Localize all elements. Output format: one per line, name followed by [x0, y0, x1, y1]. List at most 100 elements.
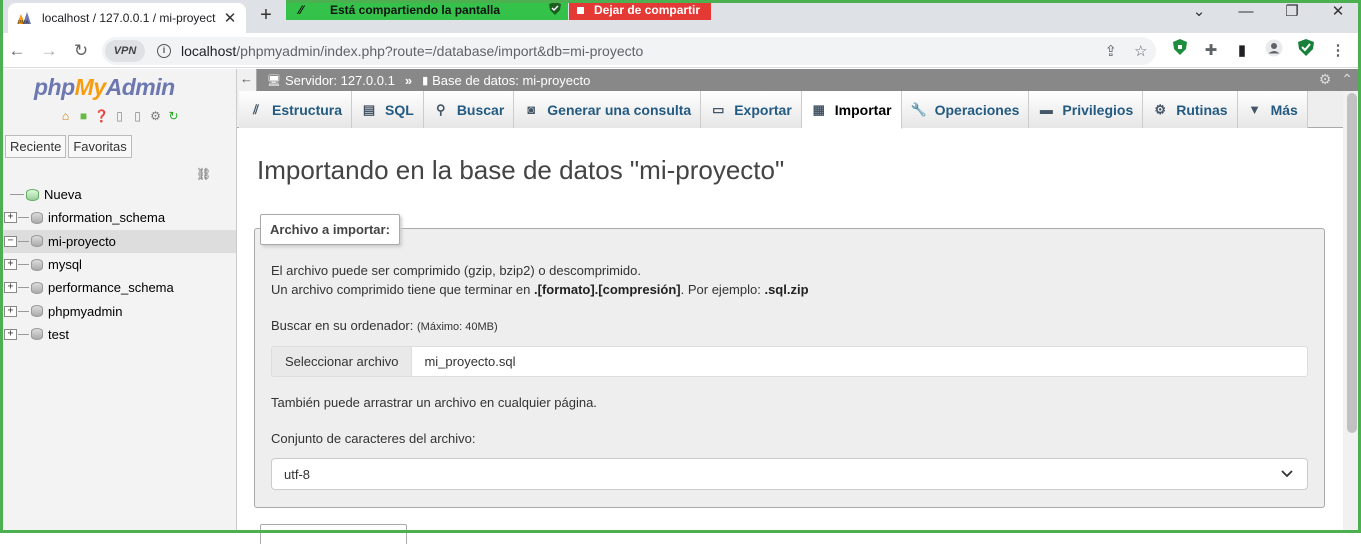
tab-operations[interactable]: 🔧 Operaciones	[901, 91, 1030, 128]
database-icon: ▮	[422, 74, 429, 87]
browser-menu-icon[interactable]: ⋮	[1326, 39, 1350, 63]
expand-plus-icon[interactable]: +	[4, 282, 17, 294]
compression-note-line1: El archivo puede ser comprimido (gzip, b…	[271, 263, 641, 278]
sharing-grip-icon[interactable]: ⁄⁄	[286, 3, 316, 17]
breadcrumb-server-label: Servidor: 127.0.0.1	[284, 72, 395, 88]
security-extension-icon[interactable]	[1294, 39, 1318, 63]
copy-icon[interactable]: ▯	[130, 109, 145, 124]
phpmyadmin-logo[interactable]: phpMyAdmin	[34, 74, 175, 101]
close-tab-icon[interactable]: ✕	[222, 9, 238, 27]
expand-plus-icon[interactable]: +	[4, 212, 17, 224]
screen-sharing-banner: ⁄⁄ Está compartiendo la pantalla	[286, 0, 568, 20]
scrollbar-thumb[interactable]	[1347, 93, 1357, 433]
database-menu: ⫽ Estructura ▤ SQL ⚲ Buscar ◙ Generar un…	[237, 91, 1343, 129]
new-tab-button[interactable]: +	[254, 4, 278, 28]
collapse-minus-icon[interactable]: −	[4, 235, 17, 247]
settings-gear-icon[interactable]: ⚙	[1319, 71, 1332, 87]
tab-label: Más	[1270, 101, 1298, 118]
home-icon[interactable]: ⌂	[58, 109, 73, 124]
logout-icon[interactable]: ■	[76, 109, 91, 124]
file-input[interactable]: Seleccionar archivo mi_proyecto.sql	[271, 346, 1308, 377]
tab-structure[interactable]: ⫽ Estructura	[239, 91, 353, 128]
tree-branch-line	[10, 194, 24, 196]
note-text: . Por ejemplo:	[680, 282, 765, 297]
address-bar[interactable]: VPN i localhost/phpmyadmin/index.php?rou…	[102, 37, 1156, 65]
tab-label: Importar	[834, 101, 892, 118]
tab-recent[interactable]: Reciente	[5, 135, 67, 158]
reload-icon[interactable]: ↻	[69, 39, 93, 63]
db-label: mi-proyecto	[48, 233, 116, 249]
db-item-test[interactable]: + test	[0, 323, 236, 346]
tab-label: Estructura	[272, 101, 343, 118]
stop-sharing-button[interactable]: Dejar de compartir	[569, 0, 711, 20]
breadcrumb-database-label: Base de datos: mi-proyecto	[432, 72, 591, 88]
refresh-icon[interactable]: ↻	[166, 109, 181, 124]
select-file-button[interactable]: Seleccionar archivo	[272, 347, 413, 376]
note-format: .[formato].[compresión]	[534, 282, 681, 297]
tab-export[interactable]: ▭ Exportar	[701, 91, 802, 128]
tab-import[interactable]: ▦ Importar	[801, 91, 902, 129]
db-item-phpmyadmin[interactable]: + phpmyadmin	[0, 299, 236, 322]
expand-plus-icon[interactable]: +	[4, 328, 17, 340]
forward-arrow-icon[interactable]: →	[37, 39, 61, 63]
docs-icon[interactable]: ▯	[112, 109, 127, 124]
collapse-up-icon[interactable]: ⌃	[1341, 71, 1353, 87]
db-item-mi-proyecto[interactable]: − mi-proyecto	[0, 229, 236, 253]
help-icon[interactable]: ❓	[94, 109, 109, 124]
db-label: test	[48, 326, 69, 342]
browser-toolbar: ← → ↻ VPN i localhost/phpmyadmin/index.p…	[0, 33, 1361, 68]
link-chain-icon[interactable]: ⛓	[196, 167, 211, 181]
browser-tab[interactable]: PMA localhost / 127.0.0.1 / mi-proyect ✕	[8, 3, 246, 33]
db-item-mysql[interactable]: + mysql	[0, 253, 236, 276]
side-panel-icon[interactable]: ▮	[1230, 39, 1254, 63]
db-label: performance_schema	[48, 280, 174, 296]
close-window-button[interactable]: ✕	[1315, 0, 1361, 24]
tab-more[interactable]: ▼ Más	[1237, 91, 1308, 128]
sharing-text: Está compartiendo la pantalla	[330, 3, 501, 17]
tab-label: Rutinas	[1176, 101, 1228, 118]
charset-select[interactable]: utf-8	[271, 458, 1308, 490]
share-icon[interactable]: ⇪	[1104, 42, 1117, 60]
page-title: Importando en la base de datos "mi-proye…	[257, 155, 785, 185]
site-info-icon[interactable]: i	[157, 44, 171, 58]
minimize-button[interactable]: —	[1223, 0, 1269, 24]
expand-plus-icon[interactable]: +	[4, 259, 17, 271]
extension-shield-icon[interactable]	[1168, 39, 1192, 63]
tab-query[interactable]: ◙ Generar una consulta	[514, 91, 702, 128]
db-item-new[interactable]: Nueva	[0, 183, 236, 206]
db-item-information-schema[interactable]: + information_schema	[0, 206, 236, 229]
url-path: /phpmyadmin/index.php?route=/database/im…	[236, 43, 644, 59]
tab-search-chevron-icon[interactable]: ⌄	[1176, 0, 1222, 24]
expand-plus-icon[interactable]: +	[4, 305, 17, 317]
profile-avatar-icon[interactable]	[1262, 39, 1286, 63]
extensions-puzzle-icon[interactable]: ✚	[1199, 39, 1223, 63]
tab-label: SQL	[385, 101, 414, 118]
stop-square-icon	[577, 6, 584, 14]
url-host: localhost	[181, 43, 237, 59]
tab-routines[interactable]: ⚙ Rutinas	[1143, 91, 1238, 128]
vpn-badge[interactable]: VPN	[105, 40, 145, 62]
breadcrumb-server[interactable]: 🖥 Servidor: 127.0.0.1	[267, 73, 395, 88]
sharing-frame-top	[286, 0, 1361, 3]
tree-branch-line	[18, 333, 29, 335]
import-icon: ▦	[812, 101, 825, 117]
db-item-performance-schema[interactable]: + performance_schema	[0, 276, 236, 299]
collapse-nav-arrow-icon[interactable]: ←	[237, 69, 257, 91]
tree-branch-line	[18, 264, 29, 266]
bookmark-star-icon[interactable]: ☆	[1134, 42, 1147, 60]
url-text[interactable]: localhost/phpmyadmin/index.php?route=/da…	[181, 43, 1096, 59]
database-icon	[31, 211, 43, 224]
query-icon: ◙	[527, 102, 536, 117]
page-scrollbar[interactable]	[1343, 91, 1361, 533]
tab-search[interactable]: ⚲ Buscar	[423, 91, 515, 128]
breadcrumb-database[interactable]: ▮ Base de datos: mi-proyecto	[422, 73, 590, 88]
tab-privileges[interactable]: ▬ Privilegios	[1029, 91, 1144, 128]
back-arrow-icon[interactable]: ←	[5, 39, 29, 63]
database-icon	[31, 305, 43, 318]
nav-tabs: Reciente Favoritas	[5, 135, 132, 158]
file-legend: Archivo a importar:	[260, 214, 400, 245]
settings-gear-icon[interactable]: ⚙	[148, 109, 163, 124]
restore-button[interactable]: ❐	[1269, 0, 1315, 24]
tab-favorites[interactable]: Favoritas	[68, 135, 132, 158]
tab-sql[interactable]: ▤ SQL	[352, 91, 424, 128]
